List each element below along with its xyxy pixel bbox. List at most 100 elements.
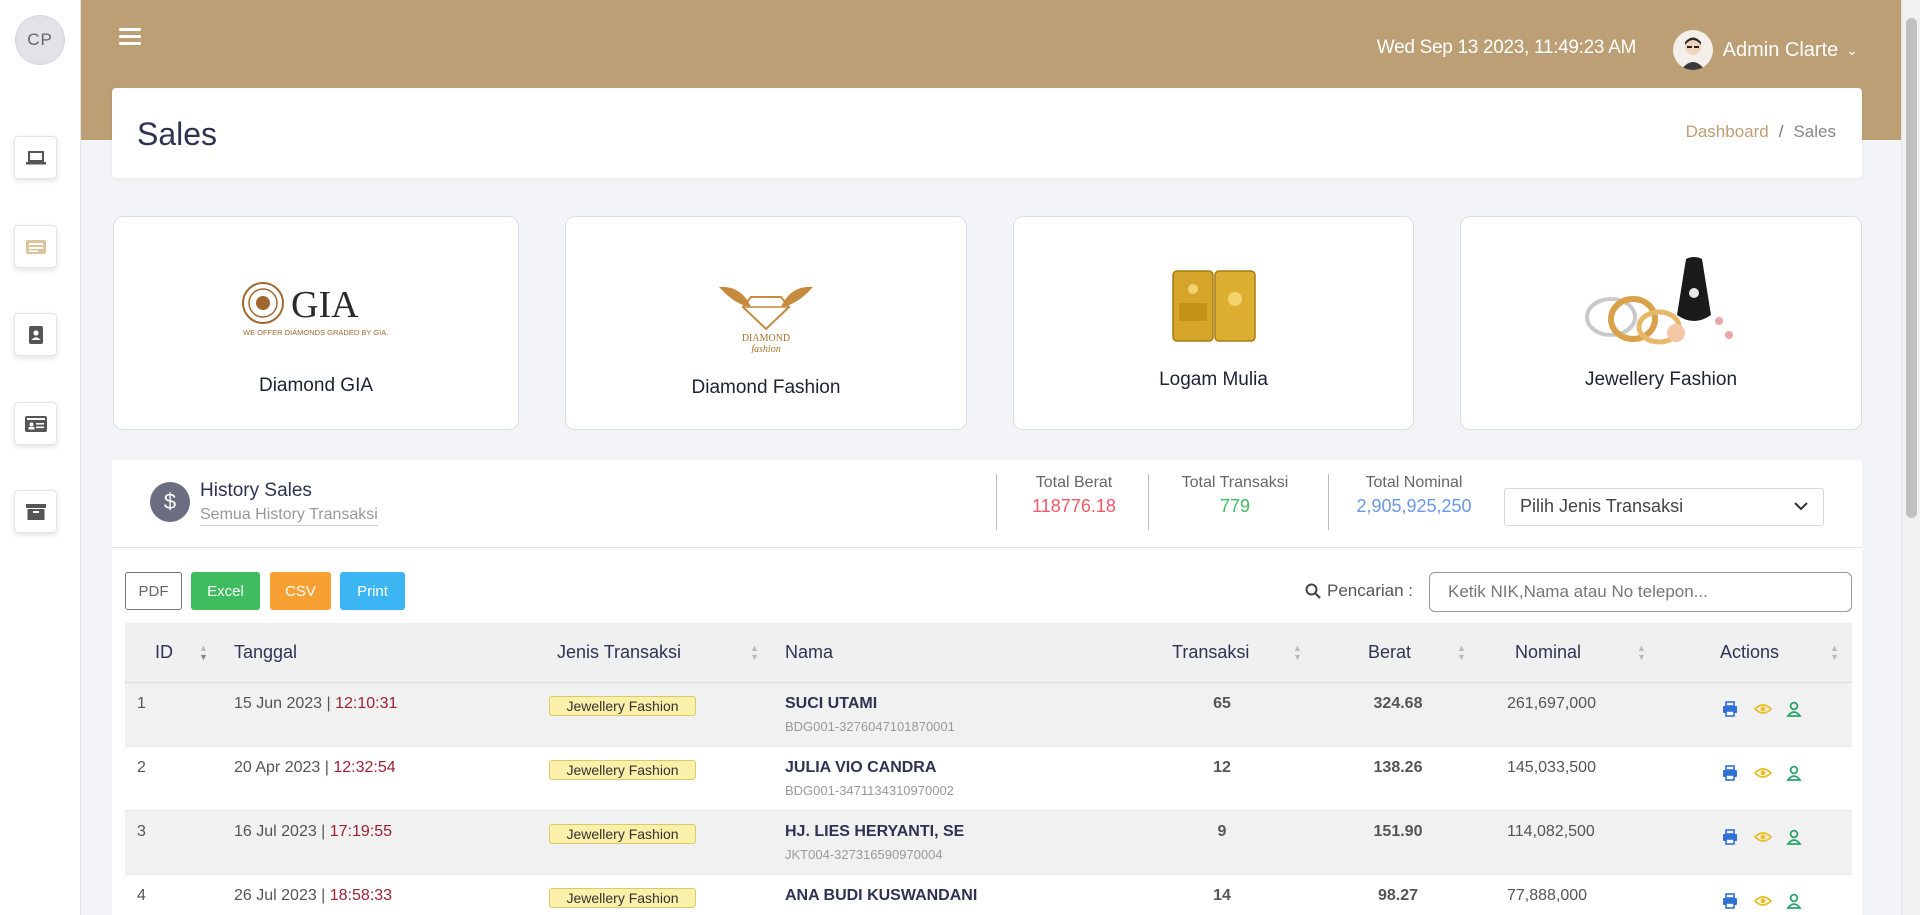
cell-time: 18:58:33 (329, 887, 393, 904)
cell-tanggal: 20 Apr 2023 | 12:32:54 (234, 759, 396, 776)
cell-tanggal: 15 Jun 2023 | 12:10:31 (234, 695, 398, 712)
user-icon[interactable] (1786, 829, 1804, 847)
table-row: 2 20 Apr 2023 | 12:32:54 Jewellery Fashi… (125, 747, 1852, 811)
user-name: Admin Clarte (1722, 38, 1839, 61)
cell-berat: 324.68 (1373, 695, 1423, 712)
user-icon[interactable] (1786, 893, 1804, 911)
print-icon[interactable] (1722, 829, 1740, 847)
csv-button[interactable]: CSV (270, 572, 331, 610)
print-button[interactable]: Print (340, 572, 405, 610)
cell-time: 12:32:54 (333, 759, 396, 776)
stat-label: Total Nominal (1365, 474, 1463, 491)
scrollbar-thumb[interactable] (1906, 18, 1917, 518)
cell-tanggal: 26 Jul 2023 | 18:58:33 (234, 887, 393, 904)
page-title: Sales (137, 116, 218, 152)
user-icon[interactable] (1786, 765, 1804, 783)
user-menu[interactable]: Admin Clarte ⌄ (1672, 30, 1858, 70)
category-label: Diamond GIA (258, 375, 374, 396)
print-icon[interactable] (1722, 893, 1740, 911)
row-actions (1722, 701, 1804, 719)
cell-nominal: 145,033,500 (1507, 759, 1596, 776)
category-card-diamond-fashion[interactable]: DIAMOND fashion Diamond Fashion (565, 216, 967, 430)
sidebar-laptop-button[interactable] (14, 136, 57, 179)
jenis-badge: Jewellery Fashion (549, 888, 696, 908)
column-header-jenis-transaksi[interactable]: Jenis Transaksi (557, 642, 681, 663)
category-card-jewellery-fashion[interactable]: Jewellery Fashion (1460, 216, 1862, 430)
row-actions (1722, 893, 1804, 911)
archive-icon (25, 503, 46, 520)
cell-transaksi: 9 (1217, 823, 1227, 840)
column-header-berat[interactable]: Berat (1368, 642, 1411, 663)
cell-nik: BDG001-3471134310970002 (785, 783, 954, 798)
category-label: Jewellery Fashion (1584, 369, 1738, 390)
cell-time: 17:19:55 (329, 823, 393, 840)
category-card-diamond-gia[interactable]: GIA WE OFFER DIAMONDS GRADED BY GIA. Dia… (113, 216, 519, 430)
gold-bars-image (1014, 269, 1413, 343)
stat-total-nominal: Total Nominal 2,905,925,250 (1339, 474, 1489, 530)
cell-date: 15 Jun 2023 (234, 695, 323, 712)
jenis-badge: Jewellery Fashion (549, 824, 696, 844)
sort-icon[interactable]: ▲ ▼ (1457, 644, 1467, 662)
print-icon[interactable] (1722, 765, 1740, 783)
cell-transaksi: 12 (1213, 759, 1231, 776)
search-label: Pencarian : (1305, 581, 1413, 601)
column-header-nama[interactable]: Nama (785, 642, 833, 663)
search-icon (1305, 583, 1321, 599)
sidebar-list-button[interactable] (14, 225, 57, 268)
search-label-text: Pencarian : (1327, 581, 1413, 600)
sort-icon[interactable]: ▲ ▼ (1293, 644, 1303, 662)
eye-icon[interactable] (1754, 893, 1772, 911)
search-input[interactable] (1429, 572, 1852, 612)
stat-total-berat: Total Berat 118776.18 (1009, 474, 1139, 530)
sidebar-id-card-button[interactable] (14, 402, 57, 445)
sidebar-contacts-button[interactable] (14, 313, 57, 356)
cell-transaksi: 65 (1213, 695, 1231, 712)
cell-nominal: 77,888,000 (1507, 887, 1588, 904)
breadcrumb-dashboard[interactable]: Dashboard (1686, 122, 1769, 141)
sidebar-archive-button[interactable] (14, 490, 57, 533)
stat-total-transaksi: Total Transaksi 779 (1160, 474, 1310, 530)
row-actions (1722, 765, 1804, 783)
print-icon[interactable] (1722, 701, 1740, 719)
column-header-transaksi[interactable]: Transaksi (1172, 642, 1249, 663)
divider (996, 474, 997, 530)
history-header: $ History Sales Semua History Transaksi … (112, 460, 1862, 548)
cell-nama: JULIA VIO CANDRA (785, 759, 937, 776)
sort-icon[interactable]: ▲ ▼ (1830, 644, 1840, 662)
cell-date: 16 Jul 2023 (234, 823, 317, 840)
diamond-fashion-logo: DIAMOND fashion (566, 277, 966, 353)
category-card-logam-mulia[interactable]: Logam Mulia (1013, 216, 1414, 430)
stat-value: 779 (1219, 496, 1251, 516)
column-header-nominal[interactable]: Nominal (1515, 642, 1581, 663)
table-header: ID ▲ ▼ Tanggal Jenis Transaksi ▲ ▼ Nama Tr… (125, 623, 1852, 683)
cell-tanggal: 16 Jul 2023 | 17:19:55 (234, 823, 393, 840)
cell-date: 20 Apr 2023 (234, 759, 321, 776)
cell-nominal: 261,697,000 (1507, 695, 1596, 712)
sort-icon[interactable]: ▲ ▼ (750, 644, 760, 662)
avatar[interactable]: CP (15, 15, 65, 65)
sort-icon[interactable]: ▲ ▼ (1637, 644, 1647, 662)
column-header-tanggal[interactable]: Tanggal (234, 642, 297, 663)
dollar-icon: $ (150, 482, 190, 522)
excel-button[interactable]: Excel (191, 572, 260, 610)
stat-label: Total Berat (1035, 474, 1113, 491)
column-header-id[interactable]: ID (155, 642, 173, 663)
pdf-button[interactable]: PDF (125, 572, 182, 610)
current-datetime: Wed Sep 13 2023, 11:49:23 AM (1376, 37, 1637, 58)
transaction-type-select[interactable]: Pilih Jenis Transaksi (1504, 488, 1824, 526)
gia-logo: GIA WE OFFER DIAMONDS GRADED BY GIA. (114, 279, 518, 339)
sort-icon[interactable]: ▲ ▼ (199, 644, 209, 662)
hamburger-menu-icon[interactable] (119, 28, 141, 48)
eye-icon[interactable] (1754, 765, 1772, 783)
diamond-fashion-logo-tagline: fashion (751, 344, 780, 353)
user-icon[interactable] (1786, 701, 1804, 719)
gia-logo-text: GIA (291, 284, 359, 326)
user-avatar (1672, 30, 1713, 70)
stat-label: Total Transaksi (1181, 474, 1289, 491)
page-scrollbar[interactable] (1901, 0, 1920, 915)
jewellery-image (1461, 255, 1861, 355)
eye-icon[interactable] (1754, 701, 1772, 719)
sidebar: CP (0, 0, 81, 915)
eye-icon[interactable] (1754, 829, 1772, 847)
table-row: 4 26 Jul 2023 | 18:58:33 Jewellery Fashi… (125, 875, 1852, 915)
